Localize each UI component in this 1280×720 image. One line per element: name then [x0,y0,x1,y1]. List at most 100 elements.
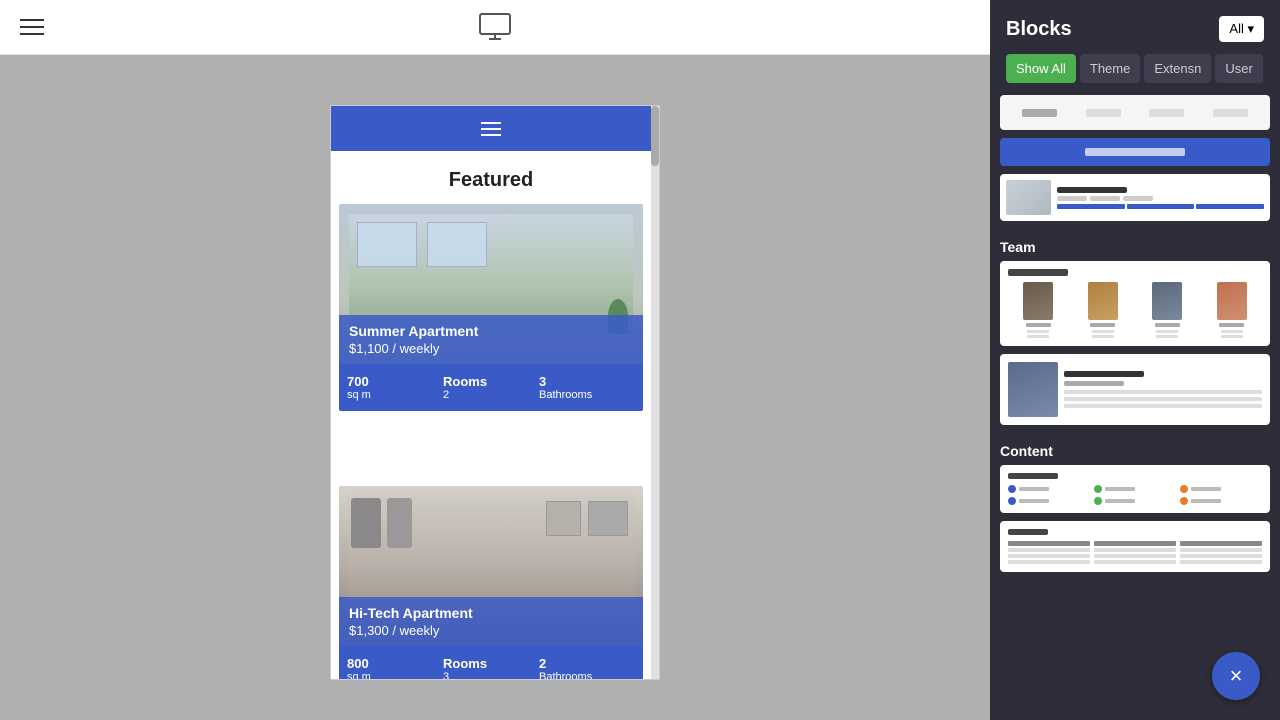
thumb-prop-lines [1057,196,1264,201]
thumb-prop-title [1057,187,1127,193]
filter-tabs: Show All Theme Extensn User [990,54,1280,95]
thumb-agent-photo-3 [1152,282,1182,320]
thumb-agent-detail-sub [1064,381,1124,386]
stat-bathrooms-summer: 3 Bathrooms [539,374,635,401]
thumb-agent-line-4 [1092,335,1114,338]
sidebar-content[interactable]: Team [990,95,1280,720]
all-dropdown-button[interactable]: All ▾ [1219,16,1264,42]
thumb-agent-detail-lines [1064,390,1262,408]
thumb-team-title [1008,269,1068,276]
mobile-nav-bar [331,106,651,151]
thumb-feature-text-2 [1105,487,1135,491]
right-sidebar: Blocks All ▾ Show All Theme Extensn User [990,0,1280,720]
team-section-label: Team [1000,229,1270,261]
thumb-agent-detail-inner [1000,354,1270,425]
thumb-features[interactable] [1000,465,1270,513]
thumb-prop-line-1 [1057,196,1087,201]
thumb-price-item-2 [1127,204,1195,209]
content-section-label: Content [1000,433,1270,465]
thumb-details-grid [1008,541,1262,564]
thumb-prop-line-3 [1123,196,1153,201]
thumb-detail-data-8 [1180,554,1262,558]
thumb-feature-text-1 [1019,487,1049,491]
tab-show-all[interactable]: Show All [1006,54,1076,83]
thumb-prop-line-2 [1090,196,1120,201]
thumb-details-title [1008,529,1048,535]
thumb-feature-text-6 [1191,499,1221,503]
spacer [331,431,651,486]
tab-theme[interactable]: Theme [1080,54,1140,83]
thumb-agent-line-8 [1221,335,1243,338]
thumb-team-agents[interactable] [1000,261,1270,346]
thumb-detail-line-3 [1064,404,1262,408]
stat-rooms-summer: Rooms 2 [443,374,539,401]
sidebar-title: Blocks [1006,18,1072,41]
thumb-agent-photo-1 [1023,282,1053,320]
thumb-feature-4 [1008,497,1090,505]
stat-rooms-hitech: Rooms 3 [443,656,539,680]
thumb-agent-line-3 [1092,330,1114,333]
thumb-feature-dot-1 [1008,485,1016,493]
thumb-agent-line-6 [1156,335,1178,338]
property-info-overlay-summer: Summer Apartment $1,100 / weekly [339,315,643,364]
thumb-detail-line-1 [1064,390,1262,394]
thumb-hero[interactable] [1000,138,1270,166]
thumb-agent-detail-title [1064,371,1144,377]
preview-area: Featured Summer Apartment $1 [0,0,990,720]
thumb-agents-list [1008,282,1262,338]
property-title-summer: Summer Apartment [349,323,633,339]
thumb-agent-1 [1008,282,1069,338]
thumb-agent-name-4 [1219,323,1244,327]
thumb-agent-name-1 [1026,323,1051,327]
thumb-feature-1 [1008,485,1090,493]
thumb-feature-text-4 [1019,499,1049,503]
thumb-detail-data-4 [1094,548,1176,552]
property-info-overlay-hitech: Hi-Tech Apartment $1,300 / weekly [339,597,643,646]
thumb-detail-line-2 [1064,397,1262,401]
thumb-nav-item-1 [1022,109,1057,117]
preview-content: Featured Summer Apartment $1 [331,106,651,680]
thumb-hero-text [1085,148,1185,156]
thumb-nav-item-3 [1149,109,1184,117]
thumb-property-list[interactable] [1000,174,1270,221]
thumb-feature-text-5 [1105,499,1135,503]
thumb-detail-col-1 [1008,541,1090,564]
thumb-nav-item-4 [1213,109,1248,117]
thumb-detail-data-1 [1008,548,1090,552]
thumb-agent-line-5 [1156,330,1178,333]
property-price-hitech: $1,300 / weekly [349,623,633,638]
thumb-agent-line-2 [1027,335,1049,338]
property-stats-hitech: 800 sq m Rooms 3 2 Bathrooms [339,646,643,680]
hamburger-menu-button[interactable] [20,19,44,35]
thumb-detail-data-5 [1094,554,1176,558]
thumb-agent-detail-info [1064,362,1262,417]
thumb-features-title [1008,473,1058,479]
thumb-price-bar [1057,204,1264,209]
thumb-feature-5 [1094,497,1176,505]
thumb-feature-dot-6 [1180,497,1188,505]
thumb-detail-data-2 [1008,554,1090,558]
monitor-icon [479,13,511,41]
thumb-feature-dot-5 [1094,497,1102,505]
thumb-agent-photo-2 [1088,282,1118,320]
thumb-detail-col-2 [1094,541,1176,564]
tab-extension[interactable]: Extensn [1144,54,1211,83]
thumb-nav-bar[interactable] [1000,95,1270,130]
preview-scrollbar[interactable] [651,106,659,679]
sidebar-header: Blocks All ▾ [990,0,1280,54]
close-fab-button[interactable]: × [1212,652,1260,700]
thumb-nav-item-2 [1086,109,1121,117]
thumb-detail-header-3 [1180,541,1262,546]
thumb-agent-info-1 [1027,330,1049,338]
thumb-details[interactable] [1000,521,1270,572]
thumb-agent-info-4 [1221,330,1243,338]
thumb-agent-line-7 [1221,330,1243,333]
thumb-nav-inner [1000,95,1270,130]
thumb-detail-data-7 [1180,548,1262,552]
mobile-preview-frame: Featured Summer Apartment $1 [330,105,660,680]
thumb-agent-detail[interactable] [1000,354,1270,425]
thumb-feature-text-3 [1191,487,1221,491]
thumb-detail-data-9 [1180,560,1262,564]
tab-user[interactable]: User [1215,54,1262,83]
thumb-agent-big-photo [1008,362,1058,417]
